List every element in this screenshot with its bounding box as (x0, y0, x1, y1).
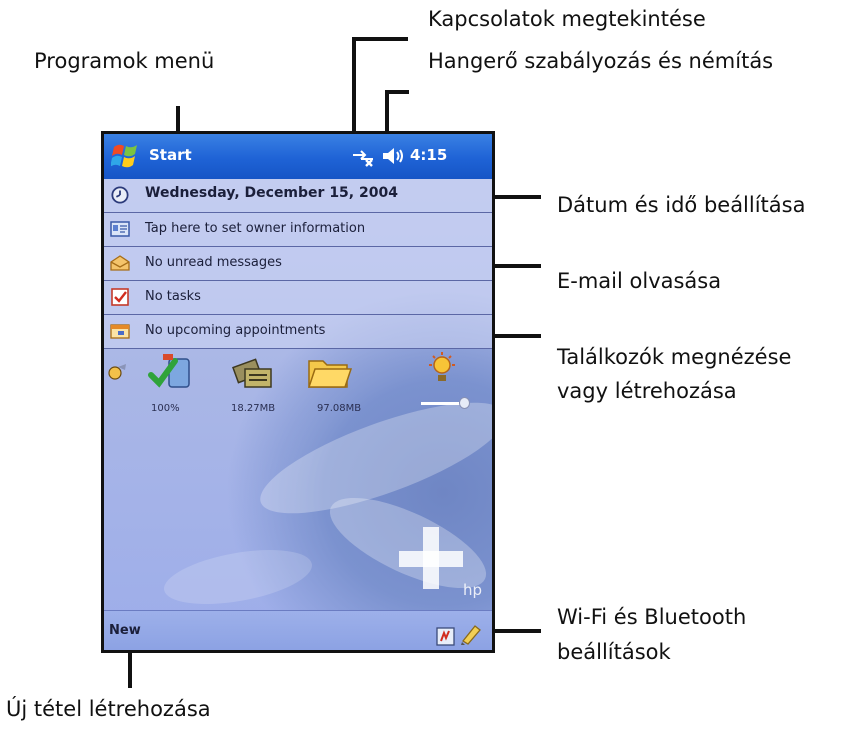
today-item-tasks[interactable]: No tasks (103, 281, 493, 315)
owner-status-icon (108, 364, 126, 380)
appointments-text: No upcoming appointments (145, 323, 326, 338)
leader-email (493, 264, 541, 268)
envelope-icon (110, 255, 130, 271)
folder-icon[interactable] (307, 353, 353, 393)
today-item-date[interactable]: Wednesday, December 15, 2004 (103, 179, 493, 213)
owner-card-icon (110, 221, 130, 237)
memory-icon[interactable] (231, 349, 277, 395)
main-memory-value: 18.27MB (231, 403, 276, 414)
callout-connections: Kapcsolatok megtekintése (428, 7, 706, 31)
wireless-manager-icon[interactable] (435, 625, 457, 647)
storage-value: 97.08MB (317, 403, 362, 414)
bottom-menu-bar: New (103, 610, 493, 653)
connectivity-icon[interactable] (351, 147, 375, 167)
brightness-slider-thumb[interactable] (459, 397, 470, 409)
today-item-messages[interactable]: No unread messages (103, 247, 493, 281)
callout-wireless-2: beállítások (557, 640, 671, 664)
device-frame-right (492, 131, 495, 653)
pocket-pc-screen: Start 4:15 Wednesday, December 15, 2004 … (103, 133, 493, 653)
callout-appointments-2: vagy létrehozása (557, 379, 737, 403)
today-item-appointments[interactable]: No upcoming appointments (103, 315, 493, 349)
device-frame-left (101, 131, 104, 653)
start-menu-label[interactable]: Start (149, 146, 192, 164)
leader-appointments (493, 334, 541, 338)
callout-volume: Hangerő szabályozás és némítás (428, 49, 774, 73)
callout-date-time: Dátum és idő beállítása (557, 193, 806, 217)
callout-programs-menu: Programok menü (34, 49, 215, 73)
battery-status-icon[interactable] (147, 351, 193, 397)
leader-date-time (493, 195, 541, 199)
callout-appointments-1: Találkozók megnézése (557, 345, 792, 369)
volume-icon[interactable] (381, 146, 405, 166)
task-check-icon (111, 288, 129, 306)
leader-connections-h (352, 37, 408, 41)
leader-volume-v (385, 90, 389, 134)
earth-swirl (159, 540, 317, 614)
calendar-icon (110, 324, 130, 339)
leader-wireless (493, 629, 541, 633)
leader-connections-v (352, 37, 356, 133)
callout-new-item: Új tétel létrehozása (6, 697, 211, 721)
input-pen-icon[interactable] (459, 623, 483, 645)
clock-time: 4:15 (410, 146, 448, 164)
owner-text: Tap here to set owner information (145, 221, 366, 236)
new-button[interactable]: New (109, 623, 141, 638)
brightness-icon[interactable] (427, 351, 457, 385)
hp-watermark-text: hp (463, 581, 483, 599)
today-item-owner[interactable]: Tap here to set owner information (103, 213, 493, 247)
leader-new (128, 652, 132, 688)
tasks-text: No tasks (145, 289, 201, 304)
clock-icon (111, 186, 129, 204)
windows-logo-icon[interactable] (111, 139, 141, 173)
title-bar: Start 4:15 (103, 133, 493, 179)
date-text: Wednesday, December 15, 2004 (145, 185, 398, 201)
messages-text: No unread messages (145, 255, 282, 270)
device-frame-bottom (101, 650, 495, 653)
battery-percent: 100% (151, 403, 180, 414)
device-frame-top (103, 131, 495, 134)
callout-email: E-mail olvasása (557, 269, 722, 293)
callout-wireless-1: Wi-Fi és Bluetooth (557, 605, 747, 629)
